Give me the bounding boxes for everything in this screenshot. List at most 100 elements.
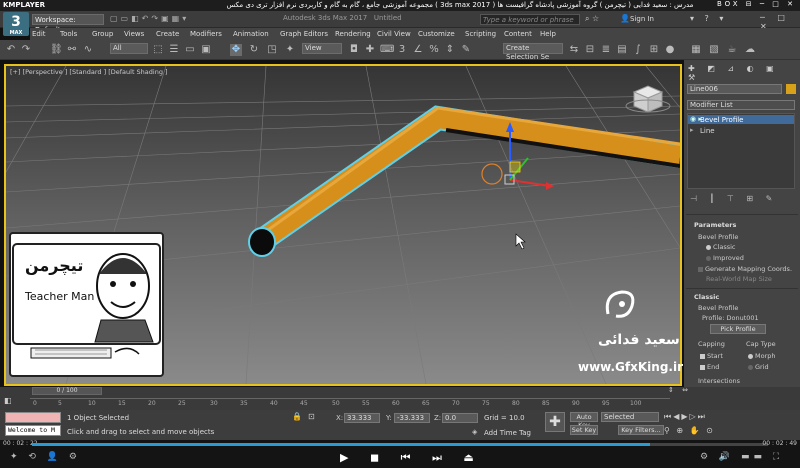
- layers-icon[interactable]: ≣: [600, 44, 612, 56]
- snaps-toggle-icon[interactable]: 3: [396, 44, 408, 56]
- classic-heading[interactable]: Classic: [694, 293, 719, 301]
- add-time-tag[interactable]: Add Time Tag: [484, 429, 531, 437]
- expand-icon[interactable]: ▸: [690, 126, 694, 134]
- search-icon[interactable]: ⌕ ☆: [585, 14, 599, 24]
- percent-snap-icon[interactable]: %: [428, 44, 440, 56]
- quick-access-icons[interactable]: ▢▭◧↶↷▣▦▾: [110, 14, 189, 23]
- object-color-swatch[interactable]: [786, 84, 796, 94]
- menu-group[interactable]: Group: [92, 30, 113, 38]
- tube-object[interactable]: [248, 105, 680, 257]
- keyboard-shortcut-icon[interactable]: ⌨: [380, 44, 394, 56]
- classic-radio[interactable]: Classic: [706, 243, 735, 251]
- render-frame-icon[interactable]: ▧: [708, 44, 720, 56]
- place-icon[interactable]: ✦: [284, 44, 296, 56]
- auto-key-button[interactable]: Auto Key: [570, 412, 598, 429]
- select-object-icon[interactable]: ⬚: [152, 44, 164, 56]
- curve-editor-icon[interactable]: ∫: [632, 44, 644, 56]
- rectangular-region-icon[interactable]: ▭: [184, 44, 196, 56]
- scene-explorer-icon[interactable]: ▤: [616, 44, 628, 56]
- menu-civil-view[interactable]: Civil View: [377, 30, 411, 38]
- angle-snap-icon[interactable]: ∠: [412, 44, 424, 56]
- volume-icons[interactable]: ⚙ 🔊 ▬▬ ⛶: [700, 452, 783, 462]
- menu-animation[interactable]: Animation: [233, 30, 269, 38]
- absolute-mode-icon[interactable]: ⊡: [308, 412, 315, 421]
- set-key-big-icon[interactable]: ✚: [545, 412, 565, 432]
- morph-radio[interactable]: Morph: [748, 352, 776, 360]
- key-filters-button[interactable]: Key Filters...: [618, 425, 664, 435]
- lock-selection-icon[interactable]: 🔒: [292, 412, 305, 421]
- menu-rendering[interactable]: Rendering: [335, 30, 371, 38]
- player-window-buttons[interactable]: BOX ⊟ ─ □ ✕: [717, 0, 796, 8]
- menu-customize[interactable]: Customize: [418, 30, 455, 38]
- menu-scripting[interactable]: Scripting: [465, 30, 496, 38]
- render-setup-icon[interactable]: ▦: [690, 44, 702, 56]
- render-a360-icon[interactable]: ☁: [744, 44, 756, 56]
- search-input[interactable]: Type a keyword or phrase: [480, 14, 580, 25]
- gen-mapping-checkbox[interactable]: Generate Mapping Coords.: [698, 265, 792, 273]
- sign-in-link[interactable]: Sign In: [630, 15, 654, 23]
- mirror-icon[interactable]: ⇆: [568, 44, 580, 56]
- redo-icon[interactable]: ↷: [20, 44, 32, 56]
- named-selection-edit-icon[interactable]: ✎: [460, 44, 472, 56]
- stack-item-bevel-profile[interactable]: ◉ ▸ Bevel Profile: [688, 115, 794, 124]
- menu-edit[interactable]: Edit: [32, 30, 46, 38]
- parameters-heading[interactable]: Parameters: [694, 221, 736, 229]
- modifier-list-dropdown[interactable]: Modifier List: [687, 100, 795, 110]
- view-cube[interactable]: [625, 85, 671, 113]
- menu-tools[interactable]: Tools: [60, 30, 77, 38]
- selection-sets-dropdown[interactable]: Create Selection Se: [503, 43, 563, 61]
- key-mode-dropdown[interactable]: Selected: [601, 412, 659, 422]
- pivot-icon[interactable]: ◘: [348, 44, 360, 56]
- menu-create[interactable]: Create: [156, 30, 179, 38]
- window-crossing-icon[interactable]: ▣: [200, 44, 212, 56]
- stack-item-line[interactable]: ▸ Line: [688, 126, 794, 135]
- user-icon[interactable]: 👤: [620, 14, 630, 23]
- select-by-name-icon[interactable]: ☰: [168, 44, 180, 56]
- help-icons[interactable]: ▾ ? ▾: [690, 14, 727, 23]
- player-left-icons[interactable]: ✦ ⟲ 👤 ⚙: [10, 452, 81, 462]
- rotate-icon[interactable]: ↻: [248, 44, 260, 56]
- menu-content[interactable]: Content: [504, 30, 532, 38]
- menu-help[interactable]: Help: [540, 30, 556, 38]
- selection-filter-dropdown[interactable]: All: [110, 43, 148, 54]
- transport-buttons[interactable]: ▶ ◼ ⏮ ⏭ ⏏: [340, 451, 483, 465]
- bind-spacewarp-icon[interactable]: ∿: [82, 44, 94, 56]
- maxscript-listener-top[interactable]: [5, 412, 61, 423]
- object-name-field[interactable]: Line006: [687, 84, 782, 94]
- playback-controls[interactable]: ⏮◀▶▷⏭: [664, 412, 707, 422]
- y-coordinate-field[interactable]: -33.333: [394, 413, 430, 423]
- menu-views[interactable]: Views: [124, 30, 144, 38]
- grid-radio[interactable]: Grid: [748, 363, 769, 371]
- scale-icon[interactable]: ◳: [266, 44, 278, 56]
- max-application-button[interactable]: 3 MAX: [3, 12, 29, 36]
- align-icon[interactable]: ⊟: [584, 44, 596, 56]
- viewport-label[interactable]: [+] [Perspective ] [Standard ] [Default …: [10, 68, 168, 76]
- x-coordinate-field[interactable]: 33.333: [344, 413, 380, 423]
- set-key-button[interactable]: Set Key: [570, 425, 598, 435]
- move-icon[interactable]: ✥: [230, 44, 242, 56]
- workspace-dropdown[interactable]: Workspace: Default: [32, 14, 104, 34]
- manipulate-icon[interactable]: ✚: [364, 44, 376, 56]
- menu-modifiers[interactable]: Modifiers: [190, 30, 222, 38]
- link-icon[interactable]: ⛓: [50, 44, 63, 56]
- schematic-view-icon[interactable]: ⊞: [648, 44, 660, 56]
- pick-profile-button[interactable]: Pick Profile: [710, 324, 766, 334]
- unlink-icon[interactable]: ⚯: [66, 44, 78, 56]
- menu-graph-editors[interactable]: Graph Editors: [280, 30, 328, 38]
- timeline-toggle-icon[interactable]: ◧: [4, 396, 12, 405]
- seek-bar[interactable]: [32, 443, 768, 446]
- command-panel-tabs[interactable]: ✚ ◩ ⊿ ◐ ▣ ⚒: [688, 64, 796, 82]
- undo-icon[interactable]: ↶: [5, 44, 17, 56]
- viewport-nav-icons[interactable]: ⚲ ⊕ ✋ ⊙: [664, 426, 715, 435]
- time-tag-icon[interactable]: ◈: [472, 428, 477, 436]
- z-coordinate-field[interactable]: 0.0: [442, 413, 478, 423]
- render-production-icon[interactable]: ☕: [726, 44, 738, 56]
- spinner-snap-icon[interactable]: ⇕: [444, 44, 456, 56]
- reference-coordinate-dropdown[interactable]: View: [302, 43, 342, 54]
- start-checkbox[interactable]: Start: [700, 352, 723, 360]
- stack-tools[interactable]: ⊣ ┃ ⊤ ⊞ ✎: [690, 194, 794, 206]
- end-checkbox[interactable]: End: [700, 363, 719, 371]
- material-editor-icon[interactable]: ●: [664, 44, 676, 56]
- time-slider[interactable]: 0 / 100: [32, 387, 102, 395]
- panel-scroll-icons[interactable]: ⇕ ⇔: [668, 386, 691, 394]
